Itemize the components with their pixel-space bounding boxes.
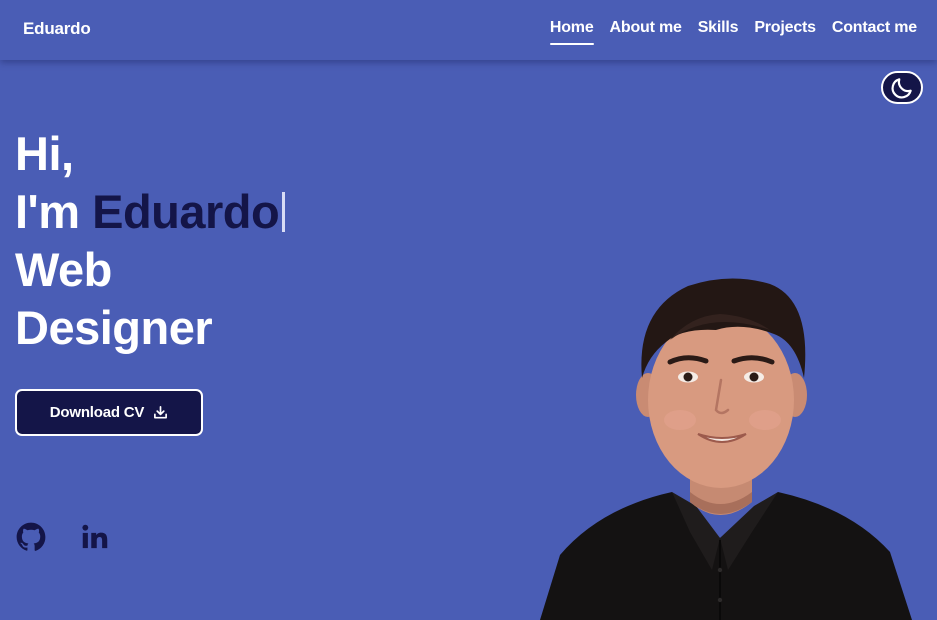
github-icon <box>16 522 46 551</box>
download-cv-button[interactable]: Download CV <box>15 389 203 436</box>
main-nav: Home About me Skills Projects Contact me <box>549 19 917 45</box>
hero-greeting: Hi, <box>15 127 74 180</box>
github-link[interactable] <box>16 522 46 557</box>
hero-intro: I'm Eduardo <box>15 184 286 240</box>
hero-role-line-2: Designer <box>15 301 213 354</box>
nav-skills[interactable]: Skills <box>698 19 739 43</box>
theme-toggle-button[interactable] <box>881 71 923 104</box>
hero-role-line-1: Web <box>15 243 112 296</box>
download-icon <box>154 406 168 419</box>
download-cv-label: Download CV <box>49 404 145 421</box>
typing-cursor <box>282 192 286 232</box>
moon-icon <box>891 77 912 98</box>
linkedin-icon <box>82 524 108 549</box>
linkedin-link[interactable] <box>81 522 109 557</box>
nav-contact-me[interactable]: Contact me <box>832 19 917 43</box>
site-logo[interactable]: Eduardo <box>23 19 91 39</box>
hero-name: Eduardo <box>92 185 280 238</box>
nav-projects[interactable]: Projects <box>754 19 816 43</box>
header: Eduardo Home About me Skills Projects Co… <box>0 0 937 60</box>
nav-about-me[interactable]: About me <box>610 19 682 43</box>
profile-photo <box>540 278 912 620</box>
nav-home[interactable]: Home <box>549 19 594 45</box>
hero-intro-prefix: I'm <box>15 185 93 238</box>
